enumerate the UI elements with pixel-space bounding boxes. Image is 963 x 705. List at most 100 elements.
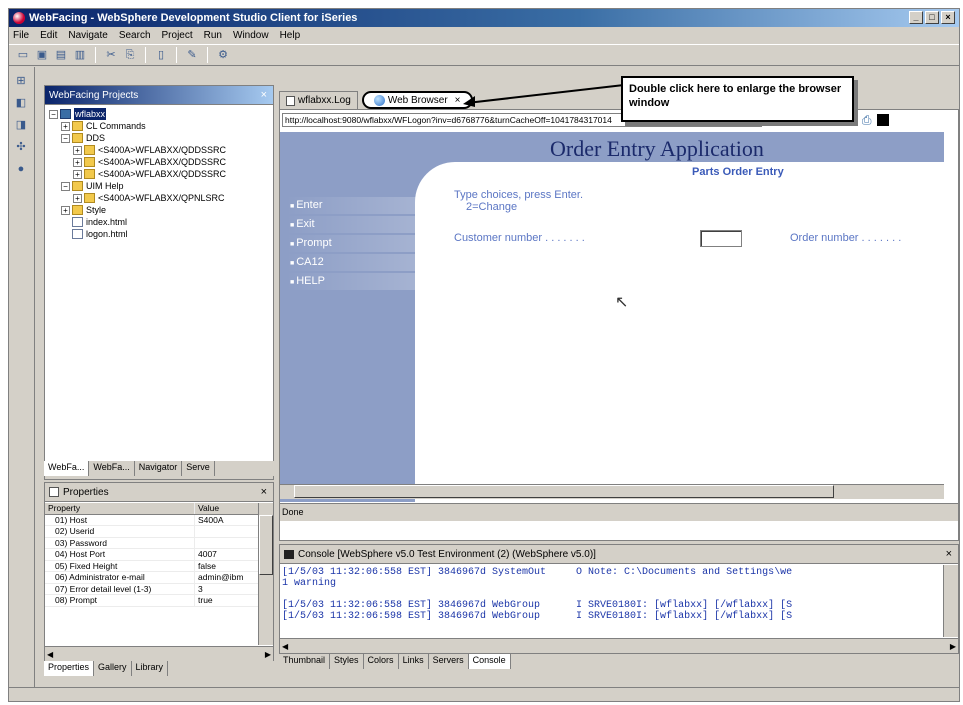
tree-item[interactable]: + <S400A>WFLABXX/QDDSSRC [45, 144, 273, 156]
tree-item[interactable]: + <S400A>WFLABXX/QDDSSRC [45, 156, 273, 168]
table-row[interactable]: 01) Host S400A [45, 514, 258, 526]
tab-links[interactable]: Links [399, 654, 429, 669]
browser-horizontal-scrollbar[interactable] [280, 484, 944, 499]
tree-item[interactable]: − wflabxx [45, 108, 273, 120]
scroll-thumb[interactable] [259, 515, 273, 575]
property-value[interactable]: 4007 [195, 549, 258, 560]
tab-colors[interactable]: Colors [364, 654, 399, 669]
function-key-ca12[interactable]: ■ CA12 [286, 254, 436, 271]
tree-item[interactable]: + CL Commands [45, 120, 273, 132]
tab-webfacing-projects[interactable]: WebFa... [44, 461, 90, 476]
collapse-icon[interactable]: − [61, 133, 70, 143]
property-value[interactable]: true [195, 595, 258, 606]
table-row[interactable]: 05) Fixed Height false [45, 560, 258, 572]
property-value[interactable] [195, 538, 258, 549]
console-vertical-scrollbar[interactable] [943, 565, 958, 637]
menu-help[interactable]: Help [280, 30, 301, 41]
expand-icon[interactable]: + [61, 205, 70, 215]
column-header-value[interactable]: Value [195, 503, 258, 514]
tree-item[interactable]: logon.html [45, 228, 273, 240]
run-dropdown-icon[interactable]: ⚙ [215, 47, 231, 63]
property-value[interactable]: S400A [195, 515, 258, 526]
open-perspective-icon[interactable]: ⊞ [13, 73, 29, 89]
tab-webfacing-2[interactable]: WebFa... [89, 461, 135, 476]
webfacing-perspective-icon[interactable]: ◧ [13, 95, 29, 111]
tools-perspective-icon[interactable]: ✣ [13, 139, 29, 155]
tree-item[interactable]: index.html [45, 216, 273, 228]
expand-icon[interactable]: + [61, 121, 70, 131]
table-row[interactable]: 06) Administrator e-mail admin@ibm [45, 572, 258, 584]
paste-icon[interactable]: ⎘ [122, 47, 138, 63]
new-icon[interactable]: ▭ [15, 47, 31, 63]
scroll-left-icon[interactable]: ◀ [282, 642, 288, 651]
menu-project[interactable]: Project [162, 30, 193, 41]
scroll-right-icon[interactable]: ▶ [265, 650, 271, 659]
print-icon[interactable]: ⎙ [862, 113, 872, 128]
close-icon[interactable]: × [261, 89, 267, 101]
table-row[interactable]: 03) Password [45, 537, 258, 549]
tab-properties[interactable]: Properties [44, 661, 95, 676]
table-row[interactable]: 07) Error detail level (1-3) 3 [45, 583, 258, 595]
server-perspective-icon[interactable]: ● [13, 161, 29, 177]
cut-icon[interactable]: ✂ [103, 47, 119, 63]
tab-styles[interactable]: Styles [330, 654, 364, 669]
table-row[interactable]: 04) Host Port 4007 [45, 549, 258, 561]
expand-icon[interactable]: + [73, 157, 82, 167]
menu-run[interactable]: Run [204, 30, 222, 41]
scroll-thumb[interactable] [294, 485, 834, 498]
property-value[interactable]: admin@ibm [195, 572, 258, 583]
property-value[interactable]: 3 [195, 584, 258, 595]
table-row[interactable]: 08) Prompt true [45, 595, 258, 607]
save-all-icon[interactable]: ▤ [53, 47, 69, 63]
edit-icon[interactable]: ✎ [184, 47, 200, 63]
tab-servers[interactable]: Servers [429, 654, 469, 669]
tab-web-browser[interactable]: Web Browser × [361, 91, 473, 109]
tree-item[interactable]: + <S400A>WFLABXX/QDDSSRC [45, 168, 273, 180]
property-value[interactable]: false [195, 561, 258, 572]
close-window-button[interactable]: × [941, 11, 955, 24]
customer-number-input[interactable] [700, 230, 742, 247]
tab-gallery[interactable]: Gallery [94, 661, 132, 676]
tab-navigator[interactable]: Navigator [135, 461, 183, 476]
collapse-icon[interactable]: − [49, 109, 58, 119]
column-header-property[interactable]: Property [45, 503, 195, 514]
menu-window[interactable]: Window [233, 30, 269, 41]
tab-servers[interactable]: Serve [182, 461, 215, 476]
expand-icon[interactable]: + [73, 169, 82, 179]
collapse-icon[interactable]: − [61, 181, 70, 191]
expand-icon[interactable]: + [73, 193, 82, 203]
properties-vertical-scrollbar[interactable] [258, 503, 273, 645]
tab-library[interactable]: Library [132, 661, 169, 676]
navigator-perspective-icon[interactable]: ◨ [13, 117, 29, 133]
function-key-prompt[interactable]: ■ Prompt [286, 235, 436, 252]
menu-search[interactable]: Search [119, 30, 151, 41]
function-key-enter[interactable]: ■ Enter [286, 197, 436, 214]
properties-horizontal-scrollbar[interactable]: ◀ ▶ [45, 646, 273, 661]
scroll-right-icon[interactable]: ▶ [950, 642, 956, 651]
tree-item[interactable]: + Style [45, 204, 273, 216]
tab-thumbnail[interactable]: Thumbnail [279, 654, 331, 669]
tab-console[interactable]: Console [468, 654, 511, 669]
tree-item[interactable]: − DDS [45, 132, 273, 144]
print-icon[interactable]: ▥ [72, 47, 88, 63]
tree-item[interactable]: − UIM Help [45, 180, 273, 192]
menu-file[interactable]: File [13, 30, 29, 41]
expand-icon[interactable]: + [73, 145, 82, 155]
function-key-exit[interactable]: ■ Exit [286, 216, 436, 233]
close-icon[interactable]: × [261, 486, 267, 498]
tab-log[interactable]: wflabxx.Log [279, 91, 358, 109]
close-icon[interactable]: × [946, 548, 952, 560]
menu-edit[interactable]: Edit [40, 30, 57, 41]
maximize-button[interactable]: □ [925, 11, 939, 24]
scroll-left-icon[interactable]: ◀ [47, 650, 53, 659]
property-value[interactable] [195, 526, 258, 537]
save-icon[interactable]: ▣ [34, 47, 50, 63]
menu-navigate[interactable]: Navigate [68, 30, 107, 41]
tree-item-label: logon.html [86, 229, 128, 239]
function-key-help[interactable]: ■ HELP [286, 273, 436, 290]
tree-item[interactable]: + <S400A>WFLABXX/QPNLSRC [45, 192, 273, 204]
console-horizontal-scrollbar[interactable]: ◀ ▶ [280, 638, 958, 653]
open-file-icon[interactable]: ▯ [153, 47, 169, 63]
minimize-button[interactable]: _ [909, 11, 923, 24]
table-row[interactable]: 02) Userid [45, 526, 258, 538]
